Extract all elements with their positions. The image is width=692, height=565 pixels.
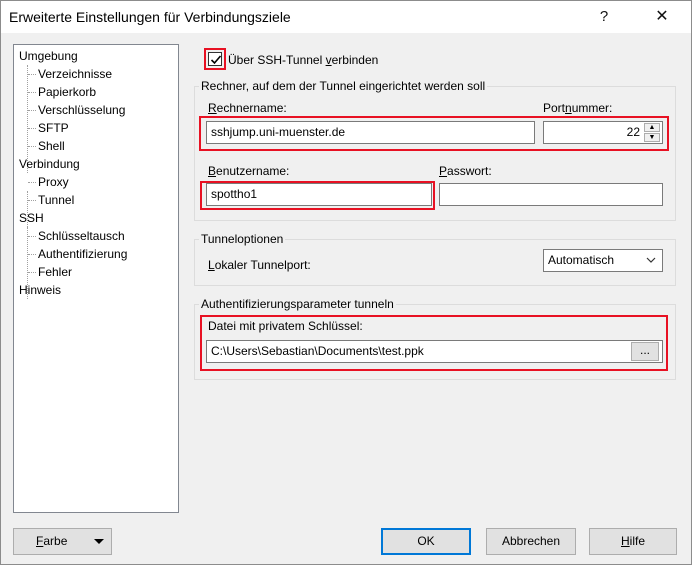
dialog-window: Erweiterte Einstellungen für Verbindungs…: [0, 0, 692, 565]
password-label: Passwort:: [439, 164, 492, 178]
help-button[interactable]: Hilfe: [589, 528, 677, 555]
tree-item-authentifizierung[interactable]: Authentifizierung: [36, 245, 129, 263]
tree-item-verbindung[interactable]: Verbindung: [17, 155, 82, 173]
tree-item-ssh[interactable]: SSH: [17, 209, 46, 227]
tree-item-fehler[interactable]: Fehler: [36, 263, 74, 281]
dropdown-arrow-icon: [93, 529, 105, 563]
hostname-input[interactable]: sshjump.uni-muenster.de: [206, 121, 535, 144]
local-port-label: Lokaler Tunnelport:: [208, 258, 311, 272]
tree-item-sftp[interactable]: SFTP: [36, 119, 71, 137]
port-spinner[interactable]: ▲ ▼: [644, 123, 660, 142]
settings-tree[interactable]: Umgebung Verzeichnisse Papierkorb Versch…: [13, 44, 179, 513]
ok-button[interactable]: OK: [381, 528, 471, 555]
close-button[interactable]: ✕: [639, 1, 685, 33]
port-label: Portnummer:: [543, 101, 613, 115]
ssh-tunnel-label[interactable]: Über SSH-Tunnel verbinden: [228, 53, 378, 67]
help-question-button[interactable]: ?: [581, 1, 627, 33]
password-input[interactable]: [439, 183, 663, 206]
private-key-input[interactable]: C:\Users\Sebastian\Documents\test.ppk: [206, 340, 663, 363]
tunnel-options-title: Tunneloptionen: [199, 232, 286, 246]
private-key-label: Datei mit privatem Schlüssel:: [208, 319, 363, 333]
cancel-button[interactable]: Abbrechen: [486, 528, 576, 555]
checkmark-icon: [210, 55, 222, 65]
ssh-tunnel-checkbox[interactable]: [208, 52, 222, 66]
tree-item-proxy[interactable]: Proxy: [36, 173, 71, 191]
browse-button[interactable]: ...: [631, 342, 659, 361]
tree-item-papierkorb[interactable]: Papierkorb: [36, 83, 98, 101]
tree-item-shell[interactable]: Shell: [36, 137, 67, 155]
title-bar: Erweiterte Einstellungen für Verbindungs…: [1, 1, 691, 33]
chevron-down-icon: [646, 250, 656, 278]
host-group-title: Rechner, auf dem der Tunnel eingerichtet…: [199, 79, 488, 93]
color-button[interactable]: Farbe: [13, 528, 112, 555]
local-port-value: Automatisch: [548, 253, 615, 267]
spin-up-arrow-icon[interactable]: ▲: [644, 123, 660, 132]
window-title: Erweiterte Einstellungen für Verbindungs…: [9, 9, 291, 25]
username-label: Benutzername:: [208, 164, 290, 178]
spin-down-arrow-icon[interactable]: ▼: [644, 133, 660, 142]
tree-item-umgebung[interactable]: Umgebung: [17, 47, 80, 65]
tree-item-verzeichnisse[interactable]: Verzeichnisse: [36, 65, 114, 83]
tree-item-tunnel[interactable]: Tunnel: [36, 191, 77, 209]
local-port-select[interactable]: Automatisch: [543, 249, 663, 272]
tree-item-hinweis[interactable]: Hinweis: [17, 281, 63, 299]
auth-group-title: Authentifizierungsparameter tunneln: [199, 297, 396, 311]
tree-item-verschluesselung[interactable]: Verschlüsselung: [36, 101, 127, 119]
username-input[interactable]: spottho1: [206, 183, 432, 206]
hostname-label: Rechnername:: [208, 101, 287, 115]
tree-item-schluesseltausch[interactable]: Schlüsseltausch: [36, 227, 127, 245]
